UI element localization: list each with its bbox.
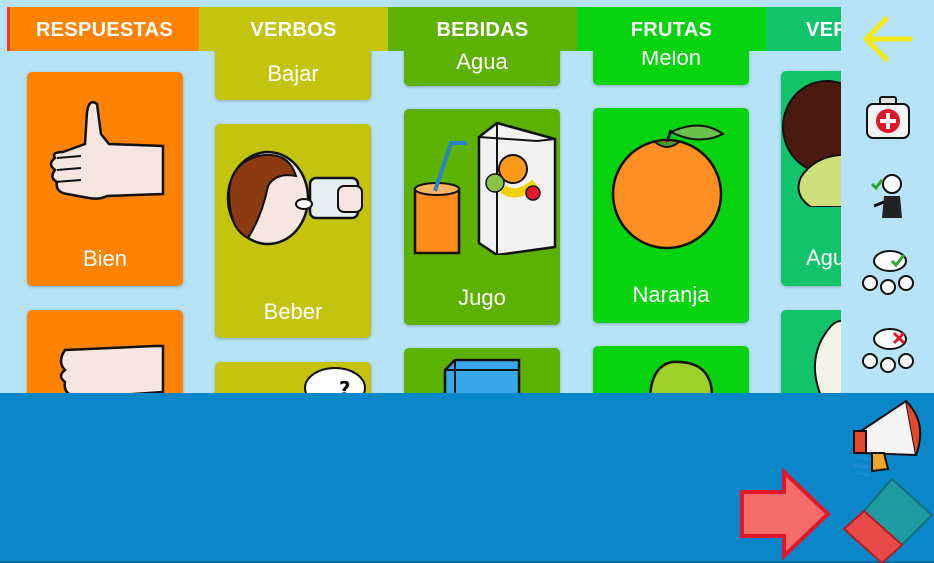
card-agua[interactable]: Agua [404,51,560,86]
card-label: Beber [263,299,323,324]
orange-fruit-icon [611,124,725,250]
card-verdura-2[interactable] [781,310,841,393]
person-ok-button[interactable] [841,166,934,226]
card-label: Melón [641,51,701,70]
thumbs-up-icon [49,101,165,200]
card-melon[interactable]: Melón [593,51,749,85]
tab-frutas[interactable]: FRUTAS [577,7,766,51]
card-jugo[interactable]: Jugo [404,109,560,325]
thumbs-down-icon [59,344,165,393]
garlic-icon [814,320,841,393]
app-screen: RESPUESTAS VERBOS BEBIDAS FRUTAS VER Bie… [0,0,934,563]
card-label: Bajar [267,61,319,86]
card-label: Naranja [632,282,710,307]
card-naranja[interactable]: Naranja [593,108,749,323]
svg-text:?: ? [339,377,351,393]
yes-speech-icon [861,250,914,295]
clear-button[interactable] [842,475,934,563]
card-bajar[interactable]: Bajar [215,51,371,100]
card-label: Agua [456,51,508,74]
avocado-icon [782,80,841,207]
no-speech-button[interactable] [841,322,934,382]
milk-carton-icon [443,358,521,393]
pear-fruit-icon [649,360,714,393]
card-beber[interactable]: Beber [215,124,371,338]
right-sidebar [841,0,934,393]
next-arrow-icon [740,467,831,561]
back-button[interactable] [841,8,934,70]
card-bebida-3[interactable] [404,348,560,393]
tab-bebidas[interactable]: BEBIDAS [388,7,577,51]
question-bubble-icon: ? [304,367,366,393]
yes-speech-button[interactable] [841,244,934,304]
card-label: Jugo [458,285,506,310]
card-bien[interactable]: Bien [27,72,183,286]
next-button[interactable] [738,467,832,561]
tab-verduras[interactable]: VER [766,7,841,51]
first-aid-button[interactable] [841,90,934,146]
no-speech-icon [861,328,914,373]
first-aid-kit-icon [865,96,910,139]
card-verbo-3[interactable]: ? [215,362,371,393]
phrase-bar[interactable] [0,393,934,563]
card-aguacate[interactable]: Agu [781,71,841,286]
card-fruta-3[interactable] [593,346,749,393]
person-ok-icon [870,174,902,218]
card-label: Agu [806,245,841,270]
card-mal[interactable] [27,310,183,393]
category-tabs: RESPUESTAS VERBOS BEBIDAS FRUTAS VER [7,7,841,51]
person-drinking-icon [226,150,363,246]
tab-verbos[interactable]: VERBOS [199,7,388,51]
eraser-icon [842,477,934,563]
speak-button[interactable] [850,393,930,481]
tab-respuestas[interactable]: RESPUESTAS [7,7,199,51]
megaphone-icon [853,399,922,477]
pictogram-grid: Bien Bajar Beber ? Agua Jugo Melón Naran… [0,51,841,393]
card-label: Bien [82,246,128,271]
juice-box-icon [413,121,557,255]
back-arrow-icon [863,16,912,62]
